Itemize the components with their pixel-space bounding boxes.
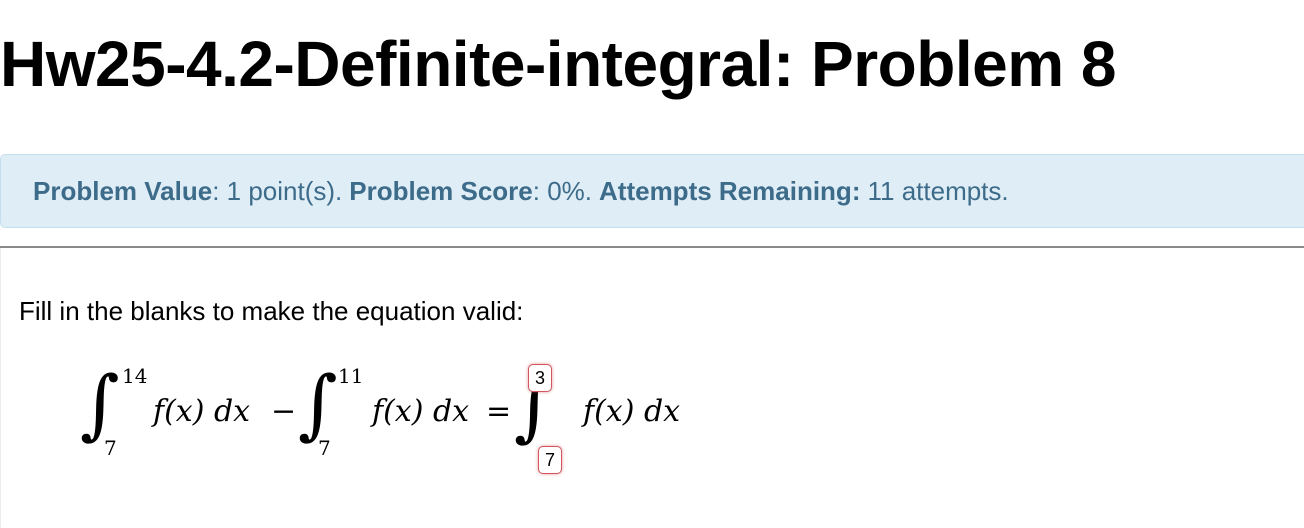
problem-value: : 1 point(s). (212, 175, 343, 206)
problem-info-box: Problem Value : 1 point(s). Problem Scor… (0, 154, 1304, 228)
problem-score: : 0%. (532, 175, 593, 206)
minus-sign: − (271, 394, 297, 429)
problem-prompt: Fill in the blanks to make the equation … (19, 296, 524, 326)
equation: ∫ 14 7 f(x) dx − ∫ 11 7 f(x) dx = ∫ f(x)… (0, 340, 800, 490)
integral-2-upper: 11 (338, 364, 364, 388)
lower-limit-answer-input[interactable] (538, 446, 562, 474)
problem-value-label: Problem Value (33, 175, 213, 206)
attempts-remaining-label: Attempts Remaining: (599, 175, 861, 206)
equals-sign: = (486, 394, 512, 429)
integrand-3-text: f(x) dx (583, 394, 681, 429)
integrand-1-text: f(x) dx (153, 394, 251, 429)
integrand-2-text: f(x) dx (372, 394, 470, 429)
integral-sign-2: ∫ (298, 359, 338, 448)
integral-sign-1: ∫ (80, 359, 120, 448)
divider (0, 246, 1304, 248)
page-title: Hw25-4.2-Definite-integral: Problem 8 (0, 28, 1116, 100)
attempts-remaining: 11 attempts. (867, 175, 1009, 206)
integrand-3: f(x) dx (583, 394, 680, 429)
integral-1-upper: 14 (122, 364, 148, 388)
integrand-1: f(x) dx (153, 394, 250, 429)
integrand-2: f(x) dx (372, 394, 469, 429)
integral-1-lower: 7 (104, 436, 117, 460)
upper-limit-answer-input[interactable] (528, 364, 552, 392)
integral-2-lower: 7 (318, 436, 331, 460)
problem-score-label: Problem Score (349, 175, 533, 206)
